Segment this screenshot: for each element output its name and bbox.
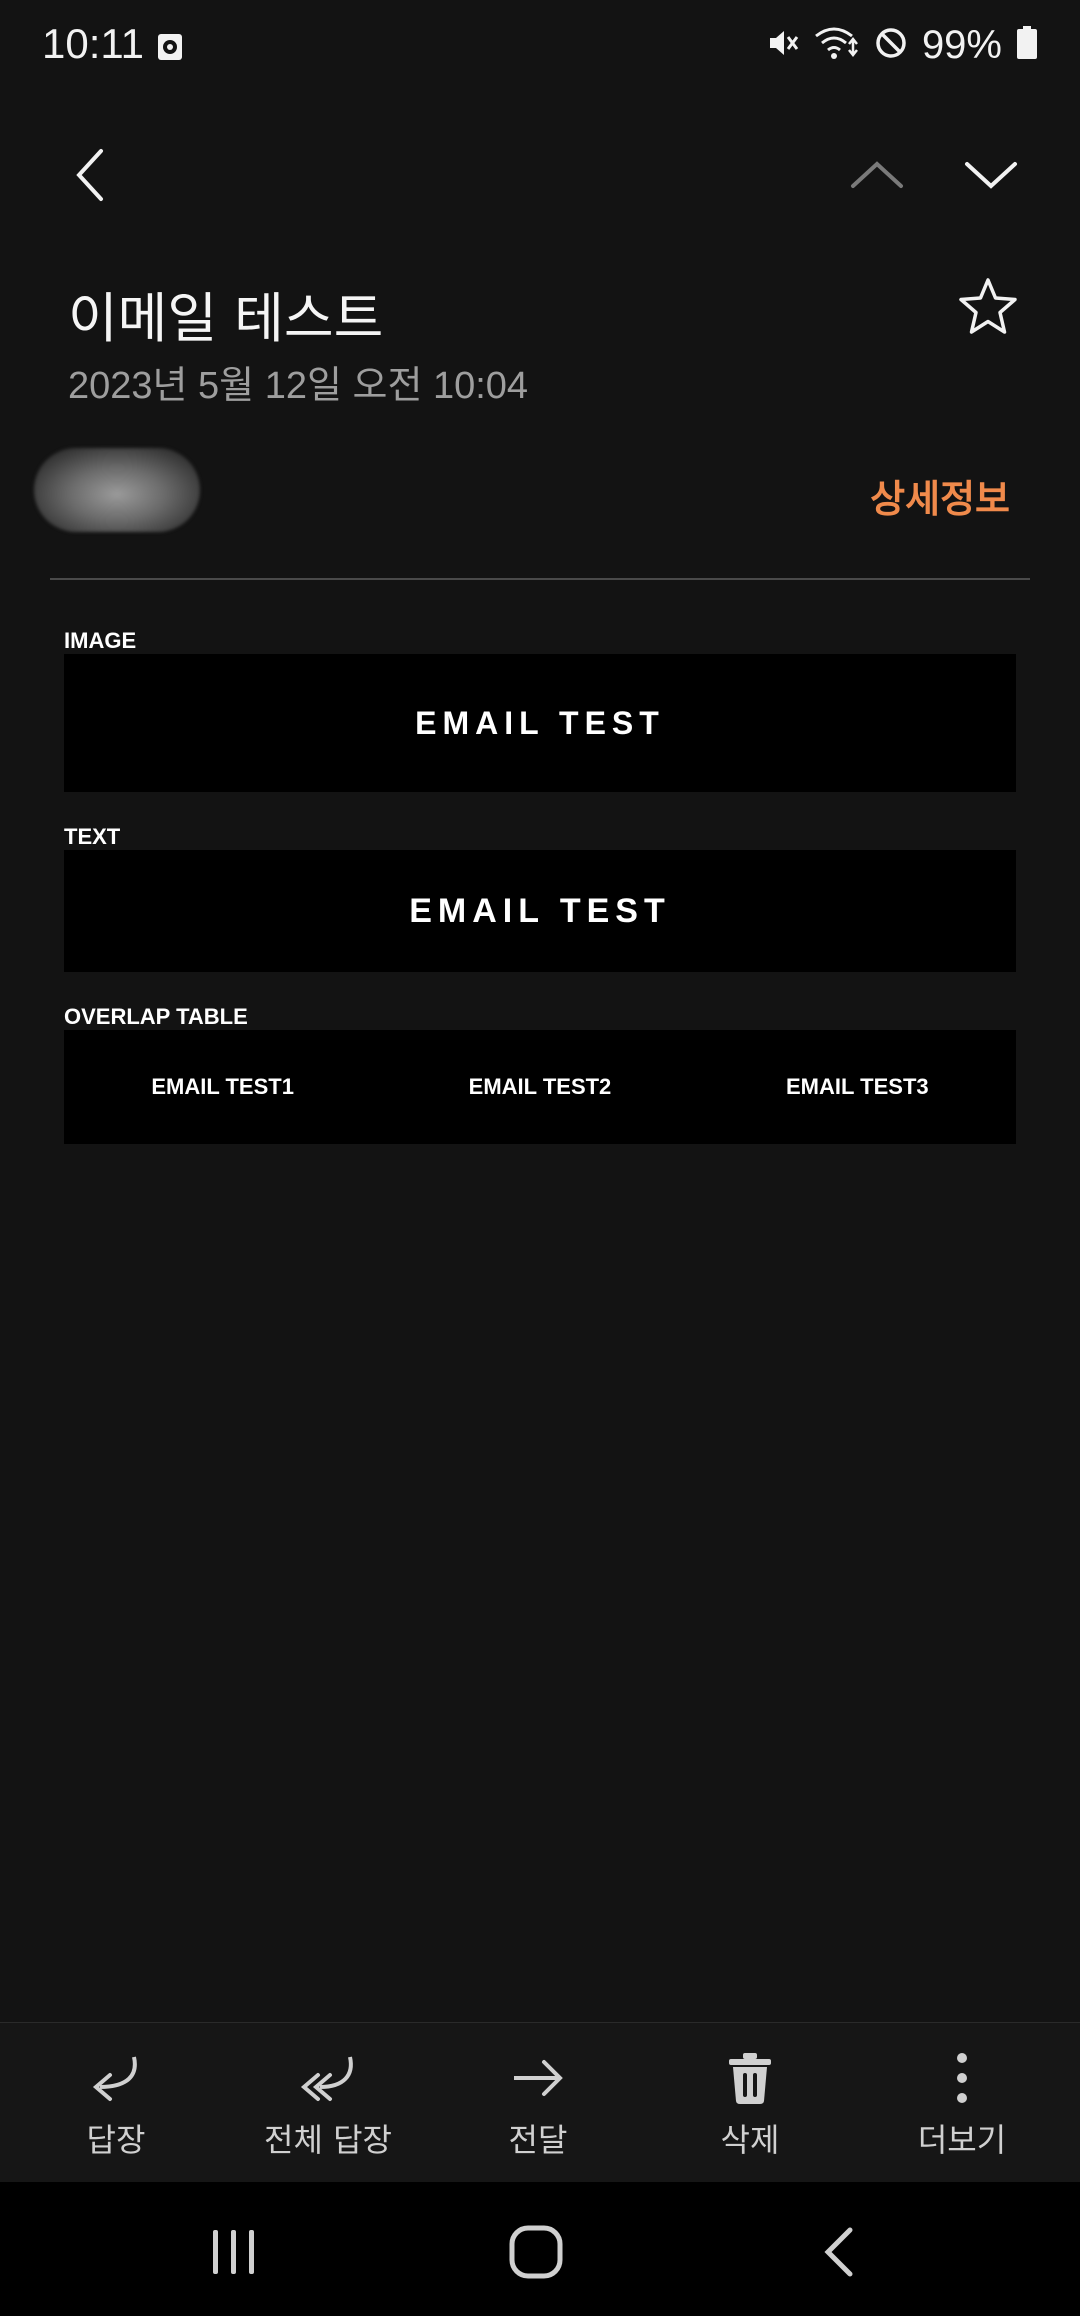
battery-icon xyxy=(1016,26,1038,64)
text-section-label: TEXT xyxy=(64,824,121,849)
delete-button[interactable]: 삭제 xyxy=(650,2023,850,2183)
forward-button[interactable]: 전달 xyxy=(438,2023,638,2183)
image-banner: EMAIL TEST xyxy=(64,654,1016,792)
home-icon xyxy=(509,2225,563,2279)
favorite-button[interactable] xyxy=(956,276,1020,340)
do-not-disturb-icon xyxy=(874,26,908,64)
next-email-button[interactable] xyxy=(958,140,1024,210)
divider xyxy=(50,578,1030,580)
recent-apps-icon xyxy=(213,2230,254,2274)
sender-chip[interactable] xyxy=(34,448,200,532)
chevron-up-icon xyxy=(851,161,903,188)
text-banner-text: EMAIL TEST xyxy=(409,891,671,930)
chevron-left-icon xyxy=(76,149,103,201)
forward-arrow-icon xyxy=(514,2060,563,2096)
system-nav-bar xyxy=(0,2182,1080,2316)
chevron-down-icon xyxy=(965,162,1017,189)
table-cell: EMAIL TEST2 xyxy=(468,1074,612,1099)
back-button[interactable] xyxy=(60,140,120,210)
mute-icon xyxy=(766,26,800,64)
reply-all-button[interactable]: 전체 답장 xyxy=(228,2023,428,2183)
details-link[interactable]: 상세정보 xyxy=(870,468,1010,523)
forward-label: 전달 xyxy=(508,2121,568,2159)
bottom-toolbar: 답장 전체 답장 전달 삭제 더보기 xyxy=(0,2022,1080,2183)
reply-button[interactable]: 답장 xyxy=(16,2023,216,2183)
system-back-button[interactable] xyxy=(778,2212,898,2292)
overlap-table: EMAIL TEST1 EMAIL TEST2 EMAIL TEST3 xyxy=(64,1030,1016,1144)
image-section-label: IMAGE xyxy=(64,628,137,653)
more-label: 더보기 xyxy=(917,2121,1007,2159)
reply-all-label: 전체 답장 xyxy=(264,2121,392,2159)
table-cell: EMAIL TEST1 xyxy=(151,1074,294,1099)
reply-icon xyxy=(92,2056,137,2101)
status-time: 10:11 xyxy=(42,20,144,67)
table-cell: EMAIL TEST3 xyxy=(786,1074,929,1099)
back-icon xyxy=(824,2227,853,2277)
text-banner: EMAIL TEST xyxy=(64,850,1016,972)
star-icon xyxy=(959,278,1017,334)
wifi-icon xyxy=(814,26,860,64)
previous-email-button[interactable] xyxy=(844,140,910,210)
more-button[interactable]: 더보기 xyxy=(862,2023,1062,2183)
battery-percent: 99% xyxy=(921,22,1002,67)
table-row: EMAIL TEST1 EMAIL TEST2 EMAIL TEST3 xyxy=(64,1030,1016,1144)
delete-label: 삭제 xyxy=(720,2121,780,2159)
image-banner-text: EMAIL TEST xyxy=(415,704,665,741)
email-subject: 이메일 테스트 xyxy=(68,287,384,350)
reply-all-icon xyxy=(300,2056,353,2101)
home-button[interactable] xyxy=(476,2212,596,2292)
email-date: 2023년 5월 12일 오전 10:04 xyxy=(68,365,529,407)
recent-apps-button[interactable] xyxy=(174,2212,294,2292)
reply-label: 답장 xyxy=(86,2121,146,2159)
overlap-table-label: OVERLAP TABLE xyxy=(64,1004,248,1029)
trash-icon xyxy=(729,2053,771,2104)
screen-recorder-icon xyxy=(155,32,185,62)
status-bar: 10:11 99% xyxy=(0,0,1080,92)
more-vertical-icon xyxy=(957,2053,967,2103)
top-app-bar xyxy=(0,140,1080,210)
